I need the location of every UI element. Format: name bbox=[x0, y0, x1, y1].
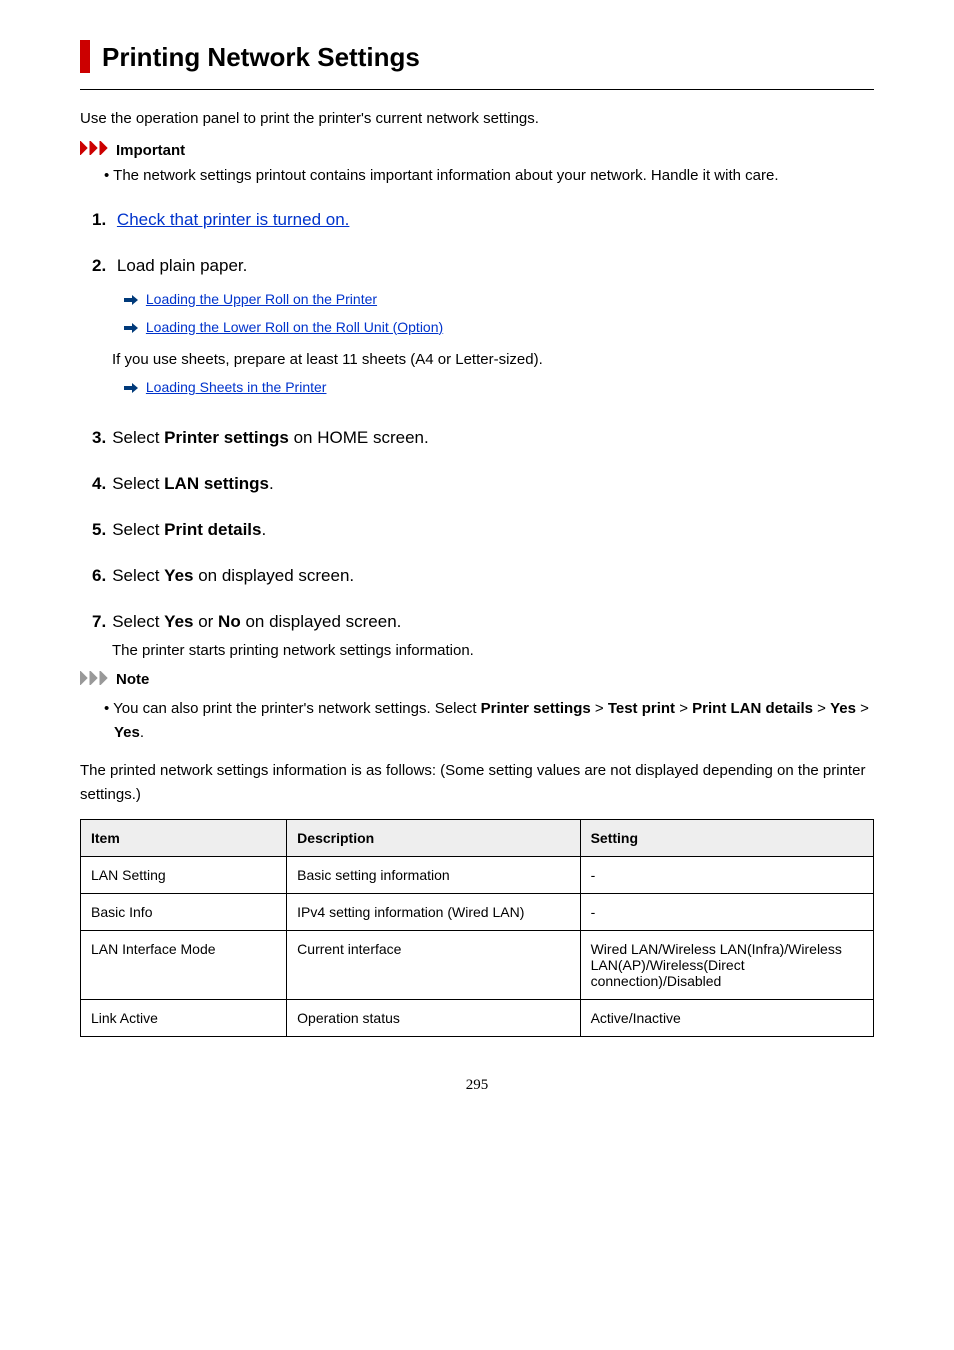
step-6-num: 6. bbox=[92, 566, 106, 585]
cell-setting: - bbox=[580, 856, 873, 893]
arrow-icon bbox=[124, 315, 138, 342]
cell-desc: Current interface bbox=[287, 930, 580, 999]
step-6-bold: Yes bbox=[164, 566, 193, 585]
page-title: Printing Network Settings bbox=[102, 40, 420, 73]
note-gt3: > bbox=[813, 700, 830, 717]
note-text: • You can also print the printer's netwo… bbox=[104, 697, 874, 745]
step-2-num: 2. bbox=[92, 256, 106, 275]
step-2-links-2: Loading Sheets in the Printer bbox=[124, 374, 874, 402]
note-b3: Print LAN details bbox=[692, 700, 813, 717]
step-5-bold: Print details bbox=[164, 520, 261, 539]
note-header: Note bbox=[80, 671, 874, 689]
note-label: Note bbox=[116, 671, 149, 688]
th-setting: Setting bbox=[580, 819, 873, 856]
step-1: 1. Check that printer is turned on. bbox=[92, 210, 874, 230]
note-gt2: > bbox=[675, 700, 692, 717]
cell-item: Basic Info bbox=[81, 893, 287, 930]
step-3-post: on HOME screen. bbox=[289, 428, 429, 447]
page-number: 295 bbox=[80, 1077, 874, 1094]
step-2-text: Load plain paper. bbox=[117, 256, 247, 275]
table-row: LAN Interface Mode Current interface Wir… bbox=[81, 930, 874, 999]
step-2-links: Loading the Upper Roll on the Printer Lo… bbox=[124, 286, 874, 341]
step-4-num: 4. bbox=[92, 474, 106, 493]
step-7-mid: or bbox=[193, 612, 218, 631]
step-7-bold2: No bbox=[218, 612, 241, 631]
title-underline bbox=[80, 89, 874, 90]
step-1-num: 1. bbox=[92, 210, 106, 229]
step-6-post: on displayed screen. bbox=[193, 566, 354, 585]
important-label: Important bbox=[116, 142, 185, 159]
step-6-pre: Select bbox=[112, 566, 164, 585]
step-7-post: on displayed screen. bbox=[241, 612, 402, 631]
step-7-result: The printer starts printing network sett… bbox=[112, 642, 874, 659]
title-bar: Printing Network Settings bbox=[80, 40, 874, 73]
step-2-link-3-row: Loading Sheets in the Printer bbox=[124, 374, 874, 402]
note-pre: You can also print the printer's network… bbox=[113, 700, 481, 717]
settings-table: Item Description Setting LAN Setting Bas… bbox=[80, 819, 874, 1037]
note-b1: Printer settings bbox=[481, 700, 591, 717]
cell-item: Link Active bbox=[81, 999, 287, 1036]
table-row: LAN Setting Basic setting information - bbox=[81, 856, 874, 893]
step-6: 6. Select Yes on displayed screen. bbox=[92, 566, 874, 586]
after-note-text: The printed network settings information… bbox=[80, 759, 874, 807]
step-2-link-1-row: Loading the Upper Roll on the Printer bbox=[124, 286, 874, 314]
step-4: 4. Select LAN settings. bbox=[92, 474, 874, 494]
cell-desc: Basic setting information bbox=[287, 856, 580, 893]
title-red-bar bbox=[80, 40, 90, 73]
step-1-link[interactable]: Check that printer is turned on. bbox=[117, 210, 349, 229]
note-b2: Test print bbox=[608, 700, 675, 717]
note-b4: Yes bbox=[830, 700, 856, 717]
step-7-bold1: Yes bbox=[164, 612, 193, 631]
step-2-mid-text: If you use sheets, prepare at least 11 s… bbox=[112, 351, 874, 368]
page-container: Printing Network Settings Use the operat… bbox=[0, 0, 954, 1154]
table-row: Basic Info IPv4 setting information (Wir… bbox=[81, 893, 874, 930]
cell-setting: Active/Inactive bbox=[580, 999, 873, 1036]
cell-item: LAN Setting bbox=[81, 856, 287, 893]
table-header-row: Item Description Setting bbox=[81, 819, 874, 856]
note-gt1: > bbox=[591, 700, 608, 717]
step-7: 7. Select Yes or No on displayed screen. bbox=[92, 612, 874, 632]
step-7-num: 7. bbox=[92, 612, 106, 631]
step-2: 2. Load plain paper. bbox=[92, 256, 874, 276]
step-3-bold: Printer settings bbox=[164, 428, 289, 447]
note-icon bbox=[80, 671, 110, 689]
step-5-pre: Select bbox=[112, 520, 164, 539]
cell-desc: Operation status bbox=[287, 999, 580, 1036]
cell-setting: Wired LAN/Wireless LAN(Infra)/Wireless L… bbox=[580, 930, 873, 999]
step-4-pre: Select bbox=[112, 474, 164, 493]
cell-setting: - bbox=[580, 893, 873, 930]
step-5-post: . bbox=[261, 520, 266, 539]
step-3-pre: Select bbox=[112, 428, 164, 447]
step-5-num: 5. bbox=[92, 520, 106, 539]
step-2-link-3[interactable]: Loading Sheets in the Printer bbox=[146, 379, 327, 395]
note-b5: Yes bbox=[114, 724, 140, 741]
cell-item: LAN Interface Mode bbox=[81, 930, 287, 999]
step-4-post: . bbox=[269, 474, 274, 493]
intro-text: Use the operation panel to print the pri… bbox=[80, 110, 874, 127]
step-2-link-1[interactable]: Loading the Upper Roll on the Printer bbox=[146, 291, 377, 307]
arrow-icon bbox=[124, 287, 138, 314]
note-end: . bbox=[140, 724, 144, 741]
important-header: Important bbox=[80, 141, 874, 159]
step-4-bold: LAN settings bbox=[164, 474, 269, 493]
important-bullet-text: The network settings printout contains i… bbox=[113, 167, 778, 184]
note-gt4: > bbox=[856, 700, 869, 717]
important-icon bbox=[80, 141, 110, 159]
important-bullet: • The network settings printout contains… bbox=[104, 167, 874, 184]
th-desc: Description bbox=[287, 819, 580, 856]
th-item: Item bbox=[81, 819, 287, 856]
step-2-link-2-row: Loading the Lower Roll on the Roll Unit … bbox=[124, 314, 874, 342]
table-row: Link Active Operation status Active/Inac… bbox=[81, 999, 874, 1036]
step-5: 5. Select Print details. bbox=[92, 520, 874, 540]
step-3: 3. Select Printer settings on HOME screen… bbox=[92, 428, 874, 448]
step-7-pre: Select bbox=[112, 612, 164, 631]
step-3-num: 3. bbox=[92, 428, 106, 447]
cell-desc: IPv4 setting information (Wired LAN) bbox=[287, 893, 580, 930]
step-2-link-2[interactable]: Loading the Lower Roll on the Roll Unit … bbox=[146, 319, 443, 335]
arrow-icon bbox=[124, 375, 138, 402]
